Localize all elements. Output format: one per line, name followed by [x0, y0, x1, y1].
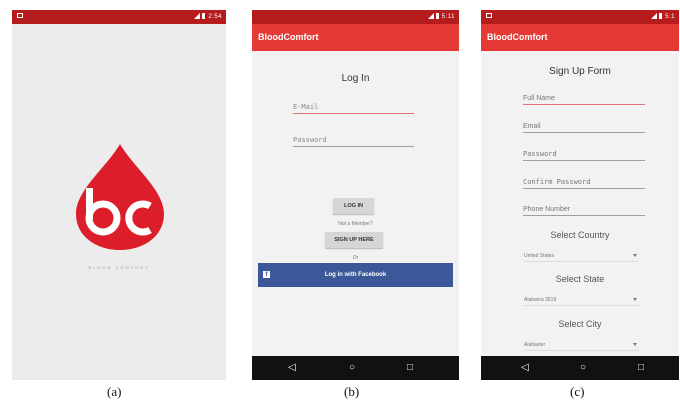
- back-icon[interactable]: ◁: [521, 362, 529, 374]
- splash-screen: 2:54 BLOOD COMFORT: [12, 10, 226, 380]
- page-title: Sign Up Form: [549, 66, 611, 77]
- system-nav-bar: ◁ ○ □: [252, 356, 459, 380]
- select-country-label: Select Country: [550, 230, 610, 240]
- confirm-password-field[interactable]: Confirm Password: [523, 178, 645, 189]
- facebook-icon: f: [263, 271, 270, 278]
- blood-drop-logo-icon: [76, 144, 164, 250]
- signup-screen: 5:1 BloodComfort Sign Up Form Full Name …: [481, 10, 679, 380]
- facebook-button-label: Log in with Facebook: [324, 272, 387, 278]
- email-field[interactable]: Email: [523, 123, 645, 133]
- battery-icon: [202, 13, 206, 19]
- status-bar: 5:1: [481, 10, 679, 24]
- country-dropdown[interactable]: United States: [524, 253, 639, 262]
- signal-icon: [427, 13, 434, 19]
- signal-icon: [194, 13, 201, 19]
- email-field[interactable]: E-Mail: [293, 103, 414, 114]
- facebook-login-button[interactable]: f Log in with Facebook: [258, 263, 453, 287]
- state-dropdown[interactable]: Alabama 3519: [524, 297, 639, 306]
- brand-tagline: BLOOD COMFORT: [88, 265, 150, 270]
- city-value: Alabaster: [524, 342, 546, 348]
- recents-icon[interactable]: □: [638, 362, 644, 374]
- not-member-text: Not a Member?: [338, 221, 373, 227]
- system-nav-bar: ◁ ○ □: [481, 356, 679, 380]
- password-field[interactable]: Password: [523, 150, 645, 161]
- status-time: 5:1: [665, 14, 675, 20]
- city-dropdown[interactable]: Alabaster: [524, 342, 639, 351]
- status-bar: 2:54: [12, 10, 226, 24]
- app-title: BloodComfort: [481, 24, 679, 51]
- chevron-down-icon: [633, 343, 637, 346]
- signup-button[interactable]: SIGN UP HERE: [325, 232, 383, 248]
- chevron-down-icon: [633, 298, 637, 301]
- notification-icon: [17, 13, 23, 18]
- country-value: United States: [524, 253, 555, 259]
- phone-number-field[interactable]: Phone Number: [523, 206, 645, 216]
- home-icon[interactable]: ○: [349, 362, 355, 374]
- back-icon[interactable]: ◁: [288, 362, 296, 374]
- battery-icon: [435, 13, 439, 19]
- state-value: Alabama 3519: [524, 297, 557, 303]
- status-bar: 5:11: [252, 10, 459, 24]
- chevron-down-icon: [633, 254, 637, 257]
- caption-c: (c): [570, 384, 585, 399]
- notification-icon: [486, 13, 492, 18]
- app-title: BloodComfort: [252, 24, 459, 51]
- select-city-label: Select City: [558, 319, 602, 329]
- page-title: Log In: [341, 73, 370, 84]
- password-field[interactable]: Password: [293, 136, 414, 147]
- recents-icon[interactable]: □: [407, 362, 413, 374]
- caption-b: (b): [344, 384, 360, 399]
- select-state-label: Select State: [555, 274, 605, 284]
- signal-icon: [651, 13, 658, 19]
- status-time: 2:54: [208, 14, 222, 20]
- login-button[interactable]: LOG IN: [333, 198, 374, 214]
- home-icon[interactable]: ○: [580, 362, 586, 374]
- full-name-field[interactable]: Full Name: [523, 95, 645, 105]
- caption-a: (a): [107, 384, 122, 399]
- or-text: Or: [352, 255, 359, 261]
- status-time: 5:11: [441, 14, 455, 20]
- login-screen: 5:11 BloodComfort Log In E-Mail Password…: [252, 10, 459, 380]
- battery-icon: [659, 13, 663, 19]
